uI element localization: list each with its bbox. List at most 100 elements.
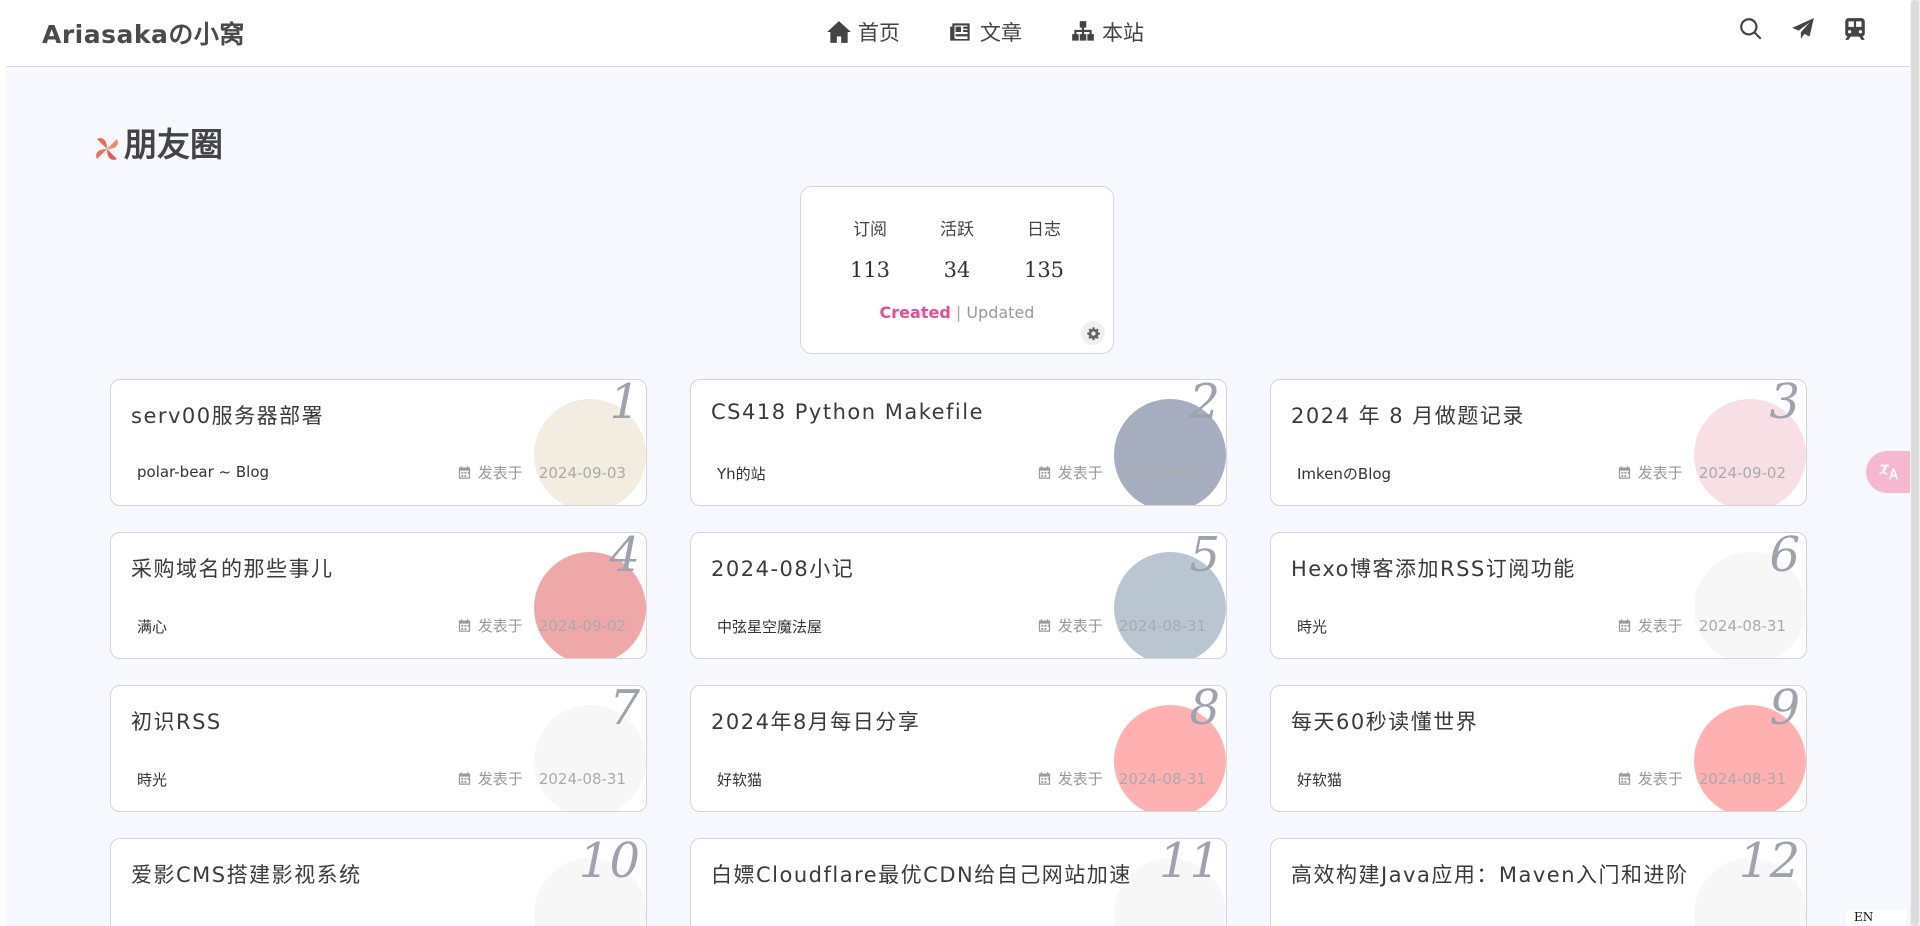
stat-log: 日志 135 xyxy=(1004,215,1084,282)
publish-date: 2024-08-31 xyxy=(1698,616,1786,635)
author-name[interactable]: 满心 xyxy=(137,616,167,637)
publish-meta: 发表于 2024-08-31 xyxy=(1617,768,1786,789)
article-title[interactable]: 爱影CMS搭建影视系统 xyxy=(131,859,362,889)
publish-date: 2024-09-02 xyxy=(1698,463,1786,482)
publish-date: 2024-08-31 xyxy=(1118,769,1206,788)
publish-label: 发表于 xyxy=(477,617,523,635)
article-card[interactable]: 8 2024年8月每日分享好软猫 发表于 2024-08-31 xyxy=(690,685,1227,812)
article-card[interactable]: 6 Hexo博客添加RSS订阅功能時光 发表于 2024-08-31 xyxy=(1270,532,1807,659)
newspaper-icon xyxy=(950,23,970,41)
article-title[interactable]: 2024年8月每日分享 xyxy=(711,706,920,736)
article-card[interactable]: 4 采购域名的那些事儿 满心 发表于 2024-09-02 xyxy=(110,532,647,659)
nav-home[interactable]: 首页 xyxy=(826,14,900,50)
article-card[interactable]: 5 2024-08小记 中弦星空魔法屋 发表于 2024-08-31 xyxy=(690,532,1227,659)
author-name[interactable]: 時光 xyxy=(137,769,167,790)
calendar-icon xyxy=(1618,466,1630,479)
publish-label: 发表于 xyxy=(1637,464,1683,482)
publish-meta: 发表于 2024-08-31 xyxy=(457,768,626,789)
train-icon[interactable] xyxy=(1842,16,1868,42)
gear-icon xyxy=(1086,326,1100,340)
article-title[interactable]: 高效构建Java应用：Maven入门和进阶 xyxy=(1291,859,1689,889)
pinwheel-icon xyxy=(96,138,118,160)
sort-toggle: Created | Updated xyxy=(801,303,1113,322)
article-card[interactable]: 1 serv00服务器部署 polar-bear ~ Blog 发表于 2024-09-… xyxy=(110,379,647,506)
author-name[interactable]: Yh的站 xyxy=(717,463,766,484)
translate-icon xyxy=(1879,464,1899,480)
author-name[interactable]: 好软猫 xyxy=(717,769,762,790)
publish-date: 2024-08-31 xyxy=(538,769,626,788)
article-title[interactable]: 每天60秒读懂世界 xyxy=(1291,706,1478,736)
article-title[interactable]: 采购域名的那些事儿 xyxy=(131,553,334,583)
publish-date: 2024-08-31 xyxy=(1118,616,1206,635)
article-title[interactable]: serv00服务器部署 xyxy=(131,400,324,430)
calendar-icon xyxy=(1038,772,1050,785)
site-title[interactable]: Ariasakaの小窝 xyxy=(42,15,245,51)
calendar-icon xyxy=(1618,772,1630,785)
author-name[interactable]: 好软猫 xyxy=(1297,769,1342,790)
publish-label: 发表于 xyxy=(1057,770,1103,788)
publish-label: 发表于 xyxy=(1057,617,1103,635)
nav-site-label: 本站 xyxy=(1102,21,1144,45)
publish-meta: 发表于 2024-09-02 xyxy=(457,615,626,636)
card-index: 6 xyxy=(1769,532,1800,583)
page-title: 朋友圈 xyxy=(124,125,223,164)
article-card[interactable]: 11 白嫖Cloudflare最优CDN给自己网站加速 xyxy=(690,838,1227,926)
article-title[interactable]: 2024 年 8 月做题记录 xyxy=(1291,400,1525,430)
language-indicator: EN xyxy=(1846,910,1906,926)
author-name[interactable]: ImkenのBlog xyxy=(1297,463,1391,484)
article-title[interactable]: 白嫖Cloudflare最优CDN给自己网站加速 xyxy=(711,859,1132,889)
header-tools xyxy=(1738,16,1868,42)
calendar-icon xyxy=(458,772,470,785)
sitemap-icon xyxy=(1072,21,1094,41)
stat-log-label: 日志 xyxy=(1027,220,1061,240)
top-navbar: Ariasakaの小窝 首页 文章 本站 xyxy=(6,0,1910,67)
article-card[interactable]: 7 初识RSS 時光 发表于 2024-08-31 xyxy=(110,685,647,812)
card-index: 2 xyxy=(1189,379,1220,430)
article-title[interactable]: 2024-08小记 xyxy=(711,553,854,583)
stats-card: 订阅 113 活跃 34 日志 135 Created | Updated xyxy=(800,186,1114,354)
settings-button[interactable] xyxy=(1081,321,1105,345)
sort-separator: | xyxy=(955,303,962,322)
publish-meta: 发表于 2024-08-31 xyxy=(1037,768,1206,789)
nav-articles[interactable]: 文章 xyxy=(948,14,1022,50)
search-icon[interactable] xyxy=(1738,16,1764,42)
nav-site[interactable]: 本站 xyxy=(1070,14,1144,50)
card-index: 12 xyxy=(1738,838,1800,889)
stat-log-value: 135 xyxy=(1023,258,1065,282)
publish-meta: 发表于 2024-09-03 xyxy=(457,462,626,483)
article-card[interactable]: 9 每天60秒读懂世界好软猫 发表于 2024-08-31 xyxy=(1270,685,1807,812)
calendar-icon xyxy=(458,619,470,632)
author-name[interactable]: 中弦星空魔法屋 xyxy=(717,616,822,637)
article-title[interactable]: 初识RSS xyxy=(131,706,222,736)
card-index: 1 xyxy=(609,379,640,430)
article-card[interactable]: 12 高效构建Java应用：Maven入门和进阶 xyxy=(1270,838,1807,926)
publish-label: 发表于 xyxy=(477,464,523,482)
card-index: 9 xyxy=(1769,685,1800,736)
article-card[interactable]: 2 CS418 Python Makefile Yh的站 发表于 2024-09-02 xyxy=(690,379,1227,506)
publish-meta: 发表于 2024-09-02 xyxy=(1617,462,1786,483)
paper-plane-icon[interactable] xyxy=(1790,16,1816,42)
author-name[interactable]: polar-bear ~ Blog xyxy=(137,463,269,481)
stat-subscribe-label: 订阅 xyxy=(853,220,887,240)
publish-label: 发表于 xyxy=(1057,464,1103,482)
publish-label: 发表于 xyxy=(1637,770,1683,788)
card-index: 8 xyxy=(1189,685,1220,736)
scrollbar[interactable] xyxy=(1910,0,1920,926)
stat-active: 活跃 34 xyxy=(917,215,997,282)
article-title[interactable]: CS418 Python Makefile xyxy=(711,400,984,424)
card-index: 10 xyxy=(578,838,640,889)
nav-home-label: 首页 xyxy=(858,21,900,45)
article-title[interactable]: Hexo博客添加RSS订阅功能 xyxy=(1291,553,1576,583)
article-card[interactable]: 10 爱影CMS搭建影视系统 xyxy=(110,838,647,926)
publish-date: 2024-08-31 xyxy=(1698,769,1786,788)
translate-button[interactable] xyxy=(1866,451,1912,493)
scrollbar-thumb[interactable] xyxy=(1911,0,1919,926)
sort-updated-button[interactable]: Updated xyxy=(966,303,1034,322)
sort-created-button[interactable]: Created xyxy=(880,303,951,322)
stat-active-label: 活跃 xyxy=(940,220,974,240)
article-card[interactable]: 3 2024 年 8 月做题记录 ImkenのBlog 发表于 2024-09-02 xyxy=(1270,379,1807,506)
publish-label: 发表于 xyxy=(1637,617,1683,635)
calendar-icon xyxy=(458,466,470,479)
home-icon xyxy=(827,21,851,43)
author-name[interactable]: 時光 xyxy=(1297,616,1327,637)
